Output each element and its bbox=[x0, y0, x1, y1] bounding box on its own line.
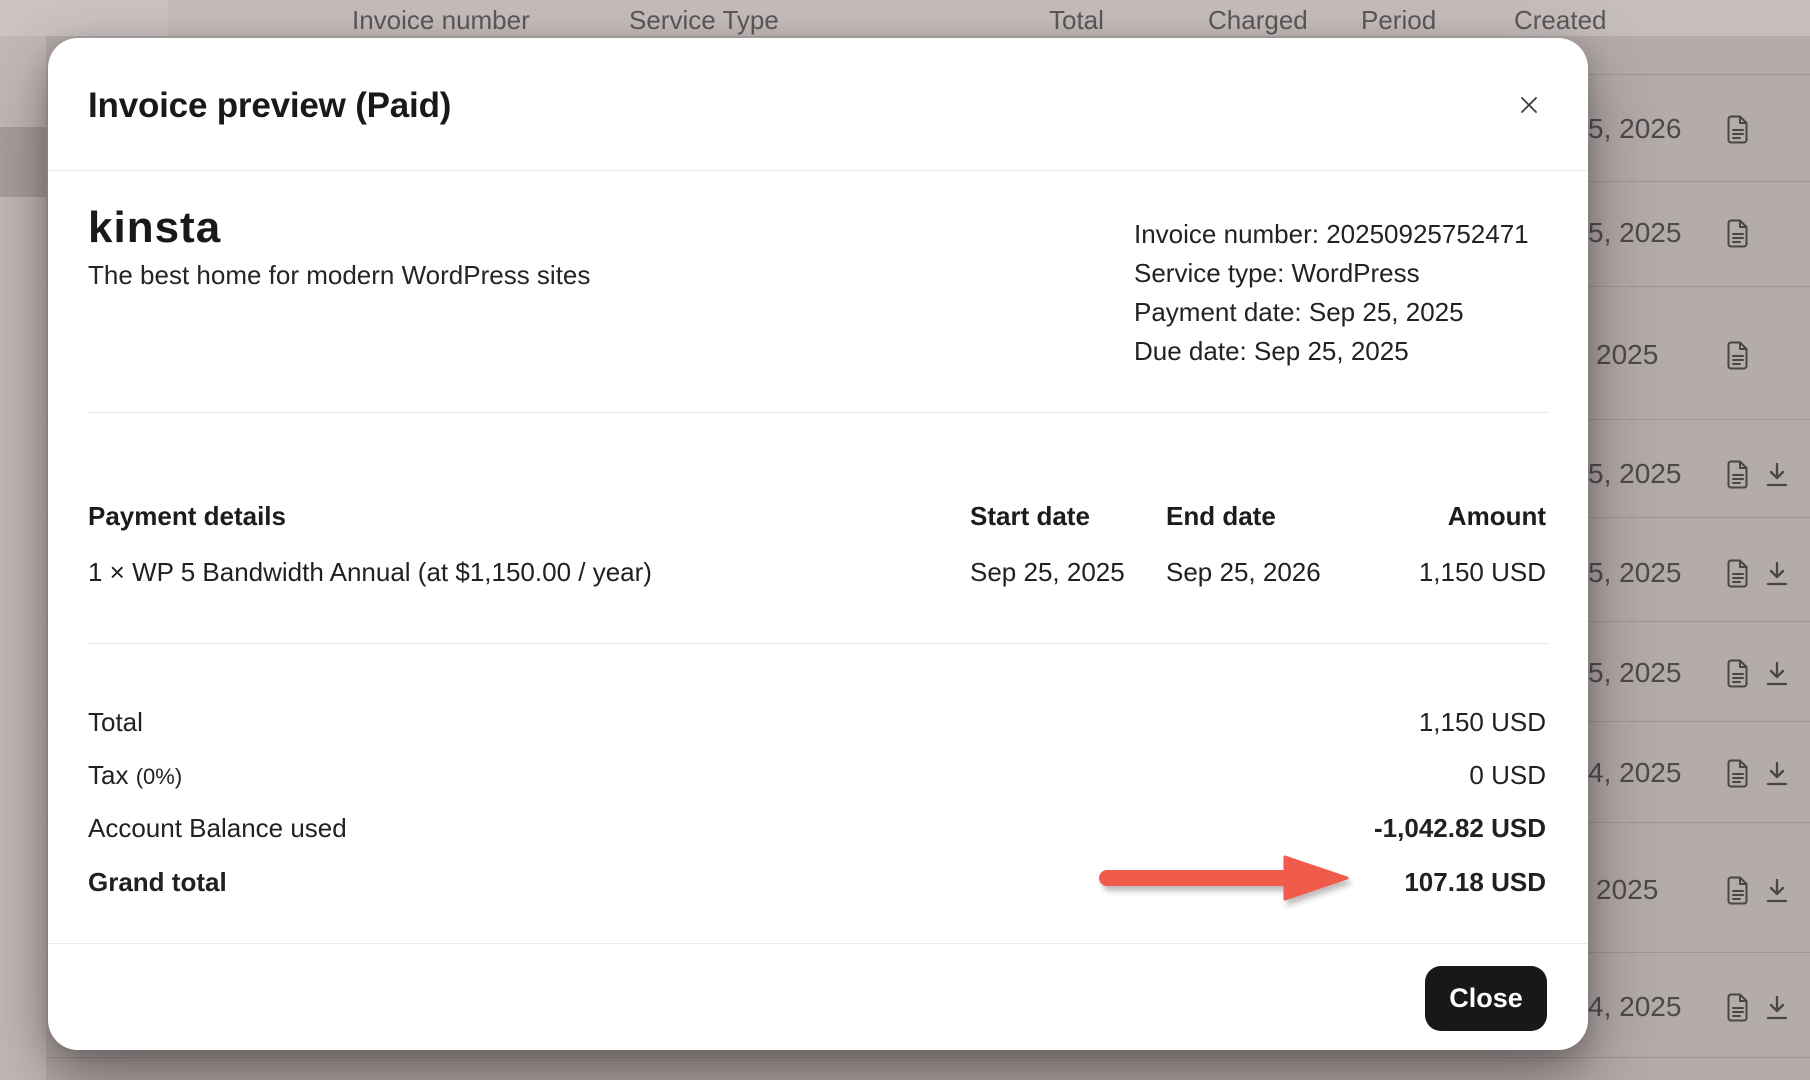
created-date: 5, 2025 bbox=[1588, 553, 1681, 593]
invoice-document-icon[interactable] bbox=[1726, 460, 1750, 489]
row-divider bbox=[46, 1057, 1810, 1058]
account-balance-value: -1,042.82 USD bbox=[1374, 809, 1546, 847]
account-balance-label: Account Balance used bbox=[88, 809, 347, 847]
total-label: Total bbox=[88, 703, 143, 741]
created-date: 5, 2026 bbox=[1588, 109, 1681, 149]
tax-label: Tax (0%) bbox=[88, 756, 182, 796]
grand-total-label: Grand total bbox=[88, 863, 227, 901]
created-date: 4, 2025 bbox=[1588, 753, 1681, 793]
line-item-amount: 1,150 USD bbox=[1419, 554, 1546, 590]
account-balance-row: Account Balance used -1,042.82 USD bbox=[48, 809, 1588, 847]
invoice-document-icon[interactable] bbox=[1726, 341, 1750, 370]
annotation-arrow bbox=[1099, 855, 1349, 901]
column-header-charged: Charged bbox=[1208, 6, 1308, 34]
download-icon[interactable] bbox=[1764, 995, 1790, 1021]
service-type-line: Service type: WordPress bbox=[1134, 254, 1529, 293]
payment-date-line: Payment date: Sep 25, 2025 bbox=[1134, 293, 1529, 332]
line-item-description: 1 × WP 5 Bandwidth Annual (at $1,150.00 … bbox=[88, 554, 652, 590]
brand-block: kinsta The best home for modern WordPres… bbox=[88, 206, 590, 291]
download-icon[interactable] bbox=[1764, 462, 1790, 488]
start-date-header: Start date bbox=[970, 498, 1090, 534]
footer-divider bbox=[48, 943, 1588, 944]
section-divider bbox=[88, 643, 1548, 644]
invoice-document-icon[interactable] bbox=[1726, 115, 1750, 144]
tax-rate: (0%) bbox=[136, 764, 182, 789]
column-header-total: Total bbox=[1049, 6, 1104, 34]
invoice-document-icon[interactable] bbox=[1726, 759, 1750, 788]
end-date-header: End date bbox=[1166, 498, 1276, 534]
grand-total-value: 107.18 USD bbox=[1404, 863, 1546, 901]
created-date: 5, 2025 bbox=[1588, 213, 1681, 253]
invoice-document-icon[interactable] bbox=[1726, 559, 1750, 588]
kinsta-logo: kinsta bbox=[88, 206, 590, 250]
created-date: 2025 bbox=[1596, 335, 1658, 375]
invoice-meta: Invoice number: 20250925752471 Service t… bbox=[1134, 215, 1529, 371]
download-icon[interactable] bbox=[1764, 561, 1790, 587]
created-date: 5, 2025 bbox=[1588, 454, 1681, 494]
invoice-document-icon[interactable] bbox=[1726, 219, 1750, 248]
payment-table-header: Payment details Start date End date Amou… bbox=[48, 498, 1588, 534]
tax-value: 0 USD bbox=[1469, 756, 1546, 794]
total-value: 1,150 USD bbox=[1419, 703, 1546, 741]
download-icon[interactable] bbox=[1764, 878, 1790, 904]
screen: Invoice number Service Type Total Charge… bbox=[0, 0, 1810, 1080]
due-date-line: Due date: Sep 25, 2025 bbox=[1134, 332, 1529, 371]
header-divider bbox=[48, 170, 1588, 171]
line-item-start-date: Sep 25, 2025 bbox=[970, 554, 1125, 590]
column-header-created: Created bbox=[1514, 6, 1607, 34]
tax-row: Tax (0%) 0 USD bbox=[48, 756, 1588, 794]
amount-header: Amount bbox=[1448, 498, 1546, 534]
payment-details-header: Payment details bbox=[88, 498, 286, 534]
grand-total-row: Grand total 107.18 USD bbox=[48, 863, 1588, 901]
invoice-document-icon[interactable] bbox=[1726, 876, 1750, 905]
section-divider bbox=[88, 412, 1548, 413]
download-icon[interactable] bbox=[1764, 661, 1790, 687]
line-item-row: 1 × WP 5 Bandwidth Annual (at $1,150.00 … bbox=[48, 554, 1588, 590]
modal-title: Invoice preview (Paid) bbox=[88, 86, 451, 126]
column-header-period: Period bbox=[1361, 6, 1436, 34]
created-date: 5, 2025 bbox=[1588, 653, 1681, 693]
column-header-service-type: Service Type bbox=[629, 6, 779, 34]
invoice-document-icon[interactable] bbox=[1726, 659, 1750, 688]
column-header-invoice-number: Invoice number bbox=[352, 6, 530, 34]
created-date: 2025 bbox=[1596, 870, 1658, 910]
close-button[interactable]: Close bbox=[1425, 966, 1547, 1031]
line-item-end-date: Sep 25, 2026 bbox=[1166, 554, 1321, 590]
download-icon[interactable] bbox=[1764, 761, 1790, 787]
background-header-band-left bbox=[0, 0, 168, 36]
total-row: Total 1,150 USD bbox=[48, 703, 1588, 741]
invoice-preview-modal: Invoice preview (Paid) kinsta The best h… bbox=[48, 38, 1588, 1050]
invoice-document-icon[interactable] bbox=[1726, 993, 1750, 1022]
invoice-number-line: Invoice number: 20250925752471 bbox=[1134, 215, 1529, 254]
brand-tagline: The best home for modern WordPress sites bbox=[88, 259, 590, 291]
created-date: 4, 2025 bbox=[1588, 987, 1681, 1027]
close-icon[interactable] bbox=[1506, 82, 1552, 128]
